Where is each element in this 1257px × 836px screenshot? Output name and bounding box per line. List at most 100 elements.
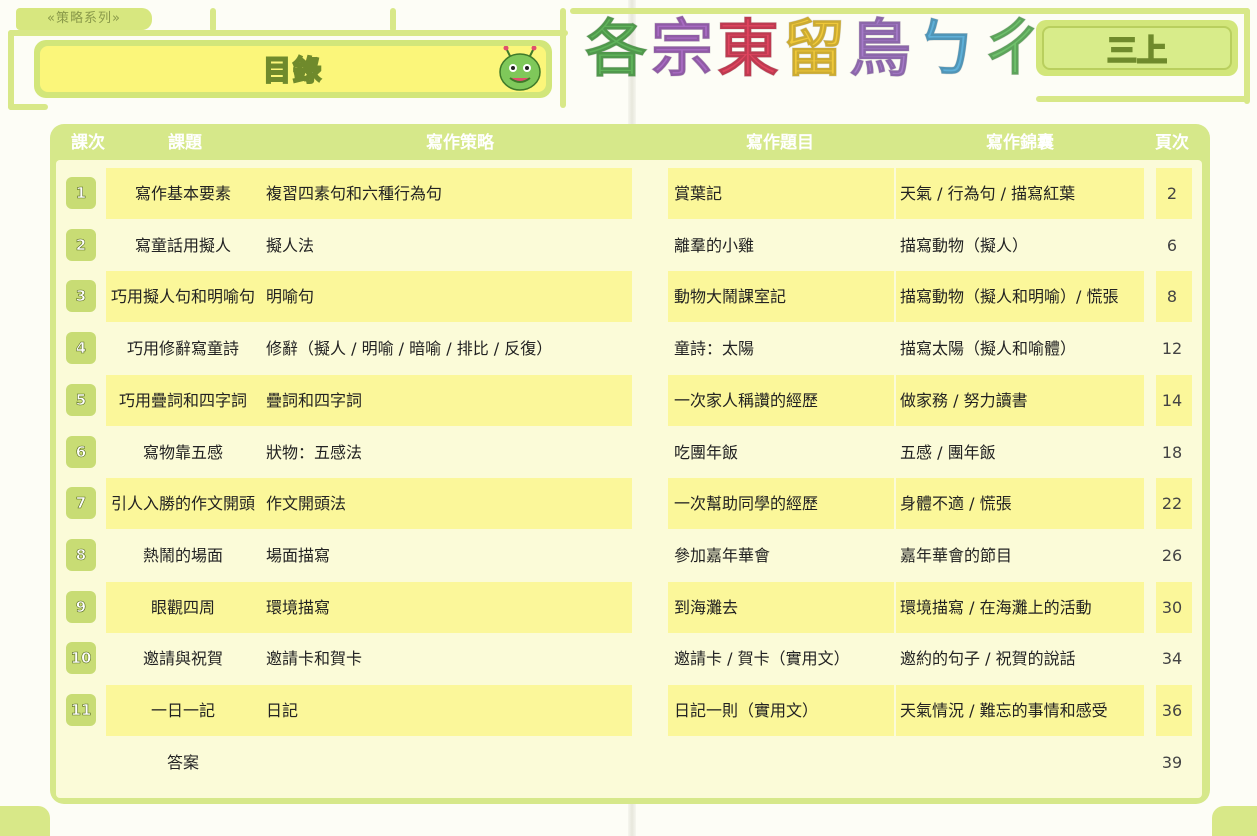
page-number: 8 [1166, 287, 1178, 306]
header-tips: 寫作錦囊 [986, 133, 1054, 153]
grade-box: 三上 [1036, 20, 1238, 76]
writing-tips: 嘉年華會的節目 [900, 546, 1013, 565]
lesson-topic: 邀請與祝賀 [142, 649, 223, 668]
brand-title: 各宗東留鳥ㄅㄔ [584, 12, 1044, 85]
lesson-topic: 巧用修辭寫童詩 [126, 339, 239, 358]
page-number: 6 [1166, 236, 1178, 255]
header-topic: 課題 [168, 133, 202, 153]
page-number: 34 [1161, 649, 1183, 668]
grade-label: 三上 [1106, 33, 1168, 70]
bottom-corner-right [1212, 806, 1257, 836]
writing-title: 到海灘去 [674, 598, 739, 617]
lesson-topic: 一日一記 [150, 701, 215, 720]
writing-tips [900, 737, 1140, 788]
page-number: 22 [1161, 494, 1183, 513]
frame-rail [210, 8, 216, 32]
table-row: 11 一日一記 日記 日記一則（實用文） 天氣情況 / 難忘的事情和感受 36 [0, 685, 1257, 736]
lesson-topic: 引人入勝的作文開頭 [110, 494, 255, 513]
writing-strategy: 修辭（擬人 / 明喻 / 暗喻 / 排比 / 反復） [266, 339, 553, 358]
series-tag: «策略系列» [16, 8, 152, 30]
frame-rail [390, 8, 396, 32]
lesson-topic: 巧用疊詞和四字詞 [118, 391, 247, 410]
lesson-topic: 巧用擬人句和明喻句 [110, 287, 255, 306]
writing-tips: 描寫動物（擬人和明喻）/ 慌張 [900, 287, 1119, 306]
writing-title: 一次幫助同學的經歷 [674, 494, 819, 513]
writing-title: 賞葉記 [674, 184, 723, 203]
brand-title-char: 東 [717, 12, 780, 85]
page-number: 39 [1161, 753, 1183, 772]
writing-title: 日記一則（實用文） [674, 701, 819, 720]
header-strategy: 寫作策略 [426, 133, 494, 153]
lesson-topic: 眼觀四周 [150, 598, 215, 617]
writing-strategy: 邀請卡和賀卡 [266, 649, 363, 668]
writing-tips: 身體不適 / 慌張 [900, 494, 1012, 513]
page-number: 2 [1166, 184, 1178, 203]
writing-strategy: 作文開頭法 [266, 494, 347, 513]
writing-tips: 做家務 / 努力讀書 [900, 391, 1028, 410]
brand-title-char: 各 [584, 12, 648, 85]
writing-tips: 天氣情況 / 難忘的事情和感受 [900, 701, 1108, 720]
lesson-topic: 寫物靠五感 [142, 443, 223, 462]
lesson-number-badge: 1 [66, 177, 96, 209]
writing-strategy: 明喻句 [266, 287, 315, 306]
table-row: 8 熱鬧的場面 場面描寫 參加嘉年華會 嘉年華會的節目 26 [0, 530, 1257, 581]
page-number: 36 [1161, 701, 1183, 720]
lesson-number-badge: 10 [66, 642, 96, 674]
frame-rail [8, 30, 14, 110]
lesson-number-badge: 2 [66, 229, 96, 261]
lesson-topic: 寫作基本要素 [134, 184, 231, 203]
lesson-number-badge: 3 [66, 280, 96, 312]
writing-tips: 描寫動物（擬人） [900, 236, 1029, 255]
header-page: 頁次 [1155, 133, 1189, 153]
writing-title: 童詩：太陽 [674, 339, 755, 358]
frame-rail [8, 104, 48, 110]
lesson-topic: 答案 [166, 753, 199, 772]
writing-strategy [266, 737, 626, 788]
table-row: 9 眼觀四周 環境描寫 到海灘去 環境描寫 / 在海灘上的活動 30 [0, 582, 1257, 633]
lesson-topic: 寫童話用擬人 [134, 236, 231, 255]
writing-strategy: 疊詞和四字詞 [266, 391, 363, 410]
page-number: 18 [1161, 443, 1183, 462]
toc-title: 目錄 [262, 53, 323, 88]
lesson-number-badge: 6 [66, 436, 96, 468]
writing-title: 一次家人稱讚的經歷 [674, 391, 819, 410]
brand-title-char: ㄅ [915, 12, 978, 85]
lesson-number-badge: 9 [66, 591, 96, 623]
frame-rail [1244, 8, 1250, 104]
lesson-topic: 熱鬧的場面 [142, 546, 223, 565]
book-spread: «策略系列» 目錄 各宗東留鳥ㄅㄔ 三上 課次 課題 寫作策略 寫作題目 寫作錦… [0, 0, 1257, 836]
lesson-number-badge: 8 [66, 539, 96, 571]
frame-rail [8, 30, 568, 36]
header-lesson: 課次 [71, 133, 105, 153]
brand-title-char: 留 [783, 12, 846, 85]
writing-title: 吃團年飯 [674, 443, 739, 462]
writing-strategy: 狀物：五感法 [266, 443, 363, 462]
lesson-number-badge: 4 [66, 332, 96, 364]
brand-title-char: ㄔ [981, 12, 1044, 85]
writing-strategy: 擬人法 [266, 236, 315, 255]
header-title: 寫作題目 [746, 133, 814, 153]
top-decoration: «策略系列» 目錄 各宗東留鳥ㄅㄔ 三上 [0, 0, 1257, 110]
frame-rail [560, 8, 566, 108]
writing-title: 邀請卡 / 賀卡（實用文） [674, 649, 850, 668]
writing-title: 離羣的小雞 [674, 236, 755, 255]
writing-tips: 天氣 / 行為句 / 描寫紅葉 [900, 184, 1076, 203]
page-number: 30 [1161, 598, 1183, 617]
table-row: 7 引人入勝的作文開頭 作文開頭法 一次幫助同學的經歷 身體不適 / 慌張 22 [0, 478, 1257, 529]
lesson-number-badge: 7 [66, 487, 96, 519]
page-number: 26 [1161, 546, 1183, 565]
table-row: 4 巧用修辭寫童詩 修辭（擬人 / 明喻 / 暗喻 / 排比 / 反復） 童詩：太陽 描… [0, 323, 1257, 374]
writing-title: 動物大鬧課室記 [674, 287, 787, 306]
grade-box-inner: 三上 [1042, 26, 1232, 70]
mascot-icon [499, 46, 541, 91]
page-number: 12 [1161, 339, 1183, 358]
frame-rail [1036, 96, 1250, 102]
table-row: 6 寫物靠五感 狀物：五感法 吃團年飯 五感 / 團年飯 18 [0, 427, 1257, 478]
toc-banner: 目錄 [34, 40, 552, 98]
lesson-number-badge: 11 [66, 694, 96, 726]
table-row: 3 巧用擬人句和明喻句 明喻句 動物大鬧課室記 描寫動物（擬人和明喻）/ 慌張 8 [0, 271, 1257, 322]
brand-title-char: 鳥 [849, 12, 912, 85]
brand-title-char: 宗 [651, 12, 714, 85]
toc-banner-inner: 目錄 [40, 46, 546, 92]
writing-strategy: 環境描寫 [266, 598, 331, 617]
